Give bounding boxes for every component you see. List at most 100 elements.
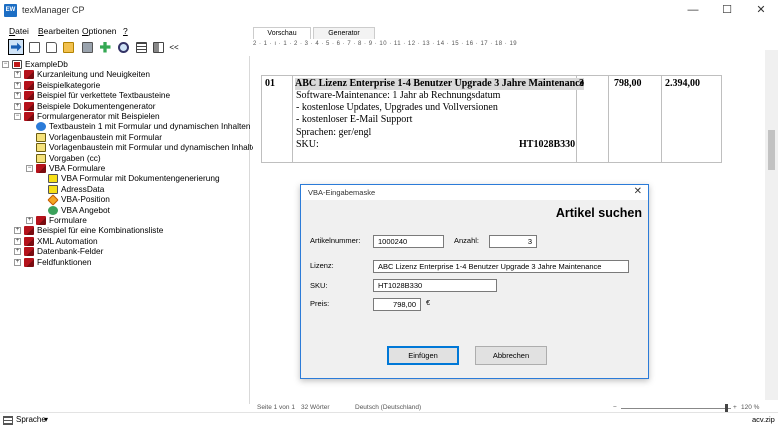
tree-item[interactable]: + Formulare: [26, 215, 87, 226]
vba-form-icon: [48, 174, 58, 184]
tree-item[interactable]: + Beispiel für verkettete Textbausteine: [14, 90, 170, 101]
tree-item[interactable]: − ExampleDb: [2, 59, 68, 70]
open-folder-button[interactable]: [60, 39, 76, 55]
artikel-label: Artikelnummer:: [310, 236, 361, 245]
position-number: 01: [265, 78, 275, 89]
puzzle-icon: [36, 122, 46, 132]
scrollbar-thumb[interactable]: [768, 130, 775, 170]
cancel-button[interactable]: Abbrechen: [475, 346, 547, 365]
tree-item-label: XML Automation: [37, 235, 98, 246]
book-icon: [24, 257, 34, 267]
list-view-button[interactable]: [133, 39, 149, 55]
document-icon: [28, 41, 40, 53]
menu-bearbeiten[interactable]: Bearbeiten: [38, 26, 79, 36]
dialog-close-button[interactable]: ✕: [634, 186, 642, 197]
document-button[interactable]: [26, 39, 42, 55]
tree-item[interactable]: Vorgaben (cc): [26, 153, 101, 164]
dialog-title: VBA-Eingabemaske: [308, 188, 376, 197]
preis-input[interactable]: 798,00: [373, 298, 421, 311]
new-document-button[interactable]: [43, 39, 59, 55]
form-icon: [36, 153, 46, 163]
chevron-down-icon[interactable]: ▾: [44, 415, 48, 424]
tree-item-label: ExampleDb: [25, 59, 68, 69]
expand-icon[interactable]: +: [14, 102, 21, 110]
book-icon: [36, 164, 46, 173]
tree-item[interactable]: + Beispielkategorie: [14, 80, 100, 91]
collapse-icon[interactable]: −: [26, 165, 33, 172]
close-window-button[interactable]: ✕: [744, 0, 778, 22]
grid-view-button[interactable]: [150, 39, 166, 55]
tab-preview[interactable]: Vorschau: [253, 27, 311, 39]
collapse-panel-button[interactable]: <<: [166, 39, 182, 55]
tree-item[interactable]: + Beispiel für eine Kombinationsliste: [14, 225, 163, 236]
tree-item[interactable]: Vorlagenbaustein mit Formular: [26, 132, 162, 143]
search-icon: [117, 41, 129, 53]
tree-item-label: Formulare: [49, 215, 87, 225]
tree-item[interactable]: + Kurzanleitung und Neuigkeiten: [14, 69, 150, 80]
title-bar: EW texManager CP — ☐ ✕: [0, 0, 778, 22]
sku-value: HT1028B330: [519, 139, 576, 150]
tree-item[interactable]: − VBA Formulare: [26, 163, 105, 174]
tree-item-label: VBA Formular mit Dokumentengenerierung: [61, 173, 220, 184]
anzahl-input[interactable]: 3: [489, 235, 537, 248]
menu-help[interactable]: ?: [123, 26, 128, 36]
tree-item[interactable]: + Datenbank-Felder: [14, 246, 103, 257]
tree-item[interactable]: VBA Angebot: [38, 205, 110, 216]
expand-icon[interactable]: +: [14, 71, 21, 79]
lizenz-input[interactable]: ABC Lizenz Enterprise 1-4 Benutzer Upgra…: [373, 260, 629, 273]
book-icon: [24, 101, 34, 111]
form-icon: [36, 132, 46, 142]
file-name: acv.zip: [752, 415, 775, 424]
export-button[interactable]: [8, 39, 24, 55]
print-icon: [81, 41, 93, 53]
new-document-icon: [45, 41, 57, 53]
preis-label: Preis:: [310, 299, 330, 308]
expand-icon[interactable]: +: [14, 237, 21, 245]
book-icon: [36, 216, 46, 225]
sku-input[interactable]: HT1028B330: [373, 279, 497, 292]
collapse-icon[interactable]: −: [2, 61, 9, 68]
zoom-slider-thumb[interactable]: [725, 404, 728, 412]
grid-view-icon: [152, 41, 164, 53]
form-icon: [36, 143, 46, 153]
zoom-slider[interactable]: [621, 408, 731, 409]
expand-icon[interactable]: +: [26, 217, 33, 224]
tab-generator[interactable]: Generator: [313, 27, 375, 39]
language-selector[interactable]: Sprache: [16, 415, 46, 424]
minimize-button[interactable]: —: [676, 0, 710, 22]
add-button[interactable]: [97, 39, 113, 55]
table-divider: [608, 76, 609, 162]
tree-item-label: Kurzanleitung und Neuigkeiten: [37, 69, 151, 80]
export-icon: [10, 42, 22, 52]
menu-datei[interactable]: Datei: [9, 26, 29, 36]
book-icon: [24, 226, 34, 236]
insert-button[interactable]: Einfügen: [387, 346, 459, 365]
expand-icon[interactable]: +: [14, 248, 21, 256]
tree-item[interactable]: Textbaustein 1 mit Formular und dynamisc…: [26, 121, 251, 132]
tree-item-label: VBA Formulare: [49, 163, 106, 173]
expand-icon[interactable]: +: [14, 258, 21, 266]
print-button[interactable]: [79, 39, 95, 55]
tree-item[interactable]: VBA Formular mit Dokumentengenerierung: [38, 173, 220, 184]
menu-optionen[interactable]: Optionen: [82, 26, 117, 36]
table-divider: [661, 76, 662, 162]
expand-icon[interactable]: +: [14, 81, 21, 89]
bottom-bar: Sprache ▾ acv.zip: [0, 412, 778, 428]
tree-item[interactable]: + Feldfunktionen: [14, 257, 91, 268]
expand-icon[interactable]: +: [14, 227, 21, 235]
artikel-input[interactable]: 1000240: [373, 235, 444, 248]
tree-item[interactable]: Vorlagenbaustein mit Formular und dynami…: [26, 142, 261, 153]
window-title: texManager CP: [22, 5, 85, 15]
sku-label: SKU:: [296, 139, 319, 150]
tree-item-label: Feldfunktionen: [37, 256, 92, 267]
tree-item[interactable]: AdressData: [38, 184, 104, 195]
maximize-button[interactable]: ☐: [710, 0, 744, 22]
tree-item[interactable]: + Beispiele Dokumentengenerator: [14, 101, 156, 112]
tree-item[interactable]: − Formulargenerator mit Beispielen: [14, 111, 160, 122]
search-button[interactable]: [115, 39, 131, 55]
vertical-scrollbar[interactable]: [765, 50, 778, 400]
expand-icon[interactable]: +: [14, 92, 21, 100]
tree-item[interactable]: VBA-Position: [38, 194, 110, 206]
collapse-icon[interactable]: −: [14, 113, 21, 120]
tree-item[interactable]: + XML Automation: [14, 236, 98, 247]
